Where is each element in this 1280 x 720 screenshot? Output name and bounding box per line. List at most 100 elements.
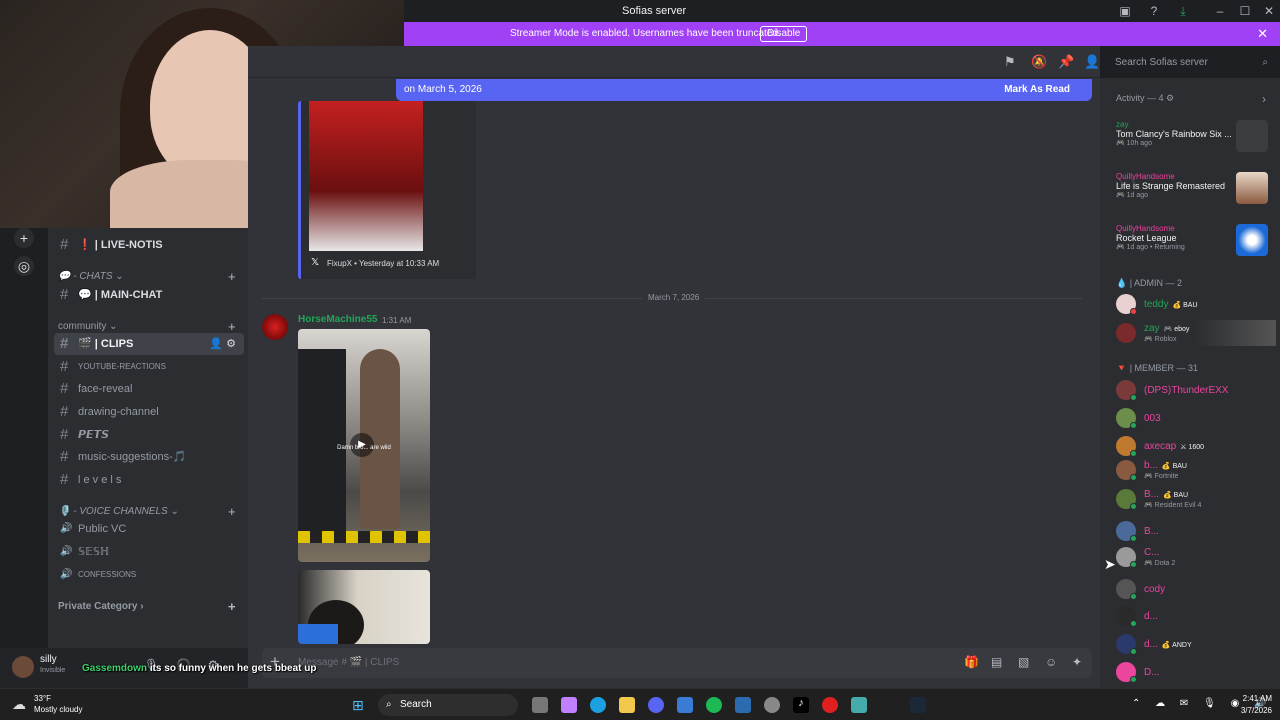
maximize-icon[interactable]: ☐ bbox=[1238, 4, 1252, 18]
member-item[interactable]: (DPS)ThunderEXX bbox=[1116, 377, 1276, 403]
category-community[interactable]: community ⌄ + bbox=[58, 319, 236, 334]
mark-as-read-button[interactable]: Mark As Read bbox=[1004, 84, 1070, 95]
category-private[interactable]: Private Category › + bbox=[58, 599, 236, 614]
member-item[interactable]: b... 💰 BAU 🎮 Fortnite bbox=[1116, 457, 1276, 483]
add-channel-icon[interactable]: + bbox=[228, 269, 236, 284]
threads-icon[interactable]: ⚑ bbox=[1004, 54, 1016, 70]
category-label: 💬 - CHATS ⌄ bbox=[58, 271, 124, 282]
sticker-icon[interactable]: ▧ bbox=[1018, 655, 1029, 669]
channel-main-chat[interactable]: # 💬 | MAIN-CHAT bbox=[54, 284, 244, 306]
search-icon: ⌕ bbox=[1262, 57, 1268, 68]
channel-youtube-reactions[interactable]: # YOUTUBE-REACTIONS bbox=[54, 356, 244, 378]
task-view-icon[interactable] bbox=[532, 697, 548, 713]
activity-item[interactable]: QuillyHandsome Rocket League 🎮 1d ago • … bbox=[1116, 224, 1276, 258]
taskbar-search[interactable]: ⌕ Search bbox=[378, 694, 518, 716]
start-icon[interactable]: ⊞ bbox=[352, 697, 368, 713]
avatar[interactable] bbox=[262, 314, 288, 340]
video-attachment[interactable]: ▶ Damn bro... are wild bbox=[298, 329, 430, 562]
channel-label: CONFESSIONS bbox=[78, 570, 137, 579]
opera-icon[interactable] bbox=[822, 697, 838, 713]
embed-author: FixupX • Yesterday at 10:33 AM bbox=[327, 259, 440, 268]
member-item[interactable]: d... 💰 ANDY bbox=[1116, 631, 1276, 657]
member-item[interactable]: C... 🎮 Dota 2 bbox=[1116, 544, 1276, 570]
message-composer[interactable]: + Message # 🎬 | CLIPS 🎁 ▤ ▧ ☺ ✦ bbox=[262, 648, 1092, 678]
weather-icon[interactable]: ☁ bbox=[12, 696, 26, 713]
video-attachment-2[interactable] bbox=[298, 570, 430, 644]
copilot-icon[interactable] bbox=[561, 697, 577, 713]
inbox-icon[interactable]: ▣ bbox=[1118, 4, 1132, 18]
channel-settings-icons[interactable]: 👤 ⚙ bbox=[209, 333, 236, 355]
user-status: Invisible bbox=[40, 667, 66, 674]
pin-icon[interactable]: 📌 bbox=[1058, 54, 1074, 70]
app-icon[interactable] bbox=[764, 697, 780, 713]
gif-icon[interactable]: ▤ bbox=[991, 655, 1002, 669]
add-server-icon[interactable]: + bbox=[14, 228, 34, 248]
notifications-icon[interactable]: 🔕 bbox=[1031, 54, 1047, 70]
status-dot bbox=[1130, 620, 1137, 627]
help-icon[interactable]: ? bbox=[1147, 4, 1161, 18]
close-window-icon[interactable]: ✕ bbox=[1262, 4, 1276, 18]
mail-icon[interactable] bbox=[735, 697, 751, 713]
voice-public-vc[interactable]: 🔊 Public VC bbox=[54, 518, 244, 540]
close-banner-icon[interactable]: ✕ bbox=[1257, 26, 1268, 42]
minimize-icon[interactable]: – bbox=[1213, 4, 1227, 18]
discord-icon[interactable] bbox=[648, 697, 664, 713]
member-item[interactable]: 003 bbox=[1116, 405, 1276, 431]
member-item[interactable]: zay 🎮 eboy 🎮 Roblox bbox=[1116, 320, 1276, 346]
emoji-icon[interactable]: ☺ bbox=[1045, 655, 1057, 669]
channel-drawing[interactable]: # drawing-channel bbox=[54, 401, 244, 423]
channel-face-reveal[interactable]: # face-reveal bbox=[54, 378, 244, 400]
channel-pets[interactable]: # 𝙋𝙀𝙏𝙎 bbox=[54, 424, 244, 446]
file-explorer-icon[interactable] bbox=[619, 697, 635, 713]
voice-sesh[interactable]: 🔊 𝕊𝔼𝕊ℍ bbox=[54, 541, 244, 563]
channel-music[interactable]: # music-suggestions-🎵 bbox=[54, 446, 244, 468]
member-item[interactable]: axecap ⚔ 1600 bbox=[1116, 433, 1276, 459]
tiktok-icon[interactable]: ♪ bbox=[793, 697, 809, 713]
channel-levels[interactable]: # l e v e l s bbox=[54, 469, 244, 491]
gift-icon[interactable]: 🎁 bbox=[964, 655, 979, 669]
add-channel-icon[interactable]: + bbox=[228, 504, 236, 519]
member-name: axecap bbox=[1144, 441, 1177, 452]
activity-item[interactable]: zay Tom Clancy's Rainbow Six ... 🎮 10h a… bbox=[1116, 120, 1276, 154]
voice-confessions[interactable]: 🔊 CONFESSIONS bbox=[54, 564, 244, 586]
member-item[interactable]: teddy 💰 BAU bbox=[1116, 291, 1276, 317]
chevron-right-icon[interactable]: › bbox=[1262, 92, 1266, 106]
new-messages-bar[interactable]: on March 5, 2026 Mark As Read bbox=[396, 79, 1092, 101]
channel-live-notis[interactable]: # ❗ | LIVE-NOTIS bbox=[54, 234, 244, 256]
steam-icon[interactable] bbox=[910, 697, 926, 713]
speaker-icon: 🔊 bbox=[60, 569, 73, 580]
member-item[interactable]: B... bbox=[1116, 518, 1276, 544]
weather-temp: 33°F bbox=[34, 694, 51, 703]
category-voice[interactable]: 🎙️ - VOICE CHANNELS ⌄ + bbox=[58, 504, 236, 519]
embed-image[interactable] bbox=[309, 101, 423, 251]
category-chats[interactable]: 💬 - CHATS ⌄ + bbox=[58, 269, 236, 284]
status-dot bbox=[1130, 394, 1137, 401]
add-channel-icon[interactable]: + bbox=[228, 599, 236, 614]
avatar[interactable] bbox=[12, 656, 34, 678]
member-item[interactable]: d... bbox=[1116, 603, 1276, 629]
edge-icon[interactable] bbox=[590, 697, 606, 713]
clock[interactable]: 2:41 AM 3/7/2026 bbox=[1236, 694, 1272, 715]
member-list-icon[interactable]: 👤 bbox=[1084, 54, 1100, 70]
disable-button[interactable]: Disable bbox=[760, 26, 808, 42]
app-icon[interactable] bbox=[851, 697, 867, 713]
channel-label: music-suggestions-🎵 bbox=[78, 451, 187, 463]
store-icon[interactable] bbox=[677, 697, 693, 713]
member-name: 003 bbox=[1144, 413, 1161, 424]
search-input[interactable]: Search Sofias server ⌕ bbox=[1108, 53, 1274, 72]
hash-icon: # bbox=[60, 358, 69, 375]
member-item[interactable]: B... 💰 BAU 🎮 Resident Evil 4 bbox=[1116, 486, 1276, 512]
channel-clips[interactable]: # 🎬 | CLIPS 👤 ⚙ bbox=[54, 333, 244, 355]
add-channel-icon[interactable]: + bbox=[228, 319, 236, 334]
status-dot bbox=[1130, 561, 1137, 568]
discover-icon[interactable]: ◎ bbox=[14, 256, 34, 276]
game-thumbnail bbox=[1236, 120, 1268, 152]
activity-item[interactable]: QuillyHandsome Life is Strange Remastere… bbox=[1116, 172, 1276, 206]
apps-icon[interactable]: ✦ bbox=[1072, 655, 1082, 669]
member-item[interactable]: D... bbox=[1116, 659, 1276, 685]
message-username[interactable]: HorseMachine55 bbox=[298, 314, 377, 325]
spotify-icon[interactable] bbox=[706, 697, 722, 713]
member-tag: 💰 BAU bbox=[1172, 302, 1198, 309]
download-icon[interactable]: ⤓ bbox=[1176, 4, 1190, 18]
member-item[interactable]: cody bbox=[1116, 576, 1276, 602]
